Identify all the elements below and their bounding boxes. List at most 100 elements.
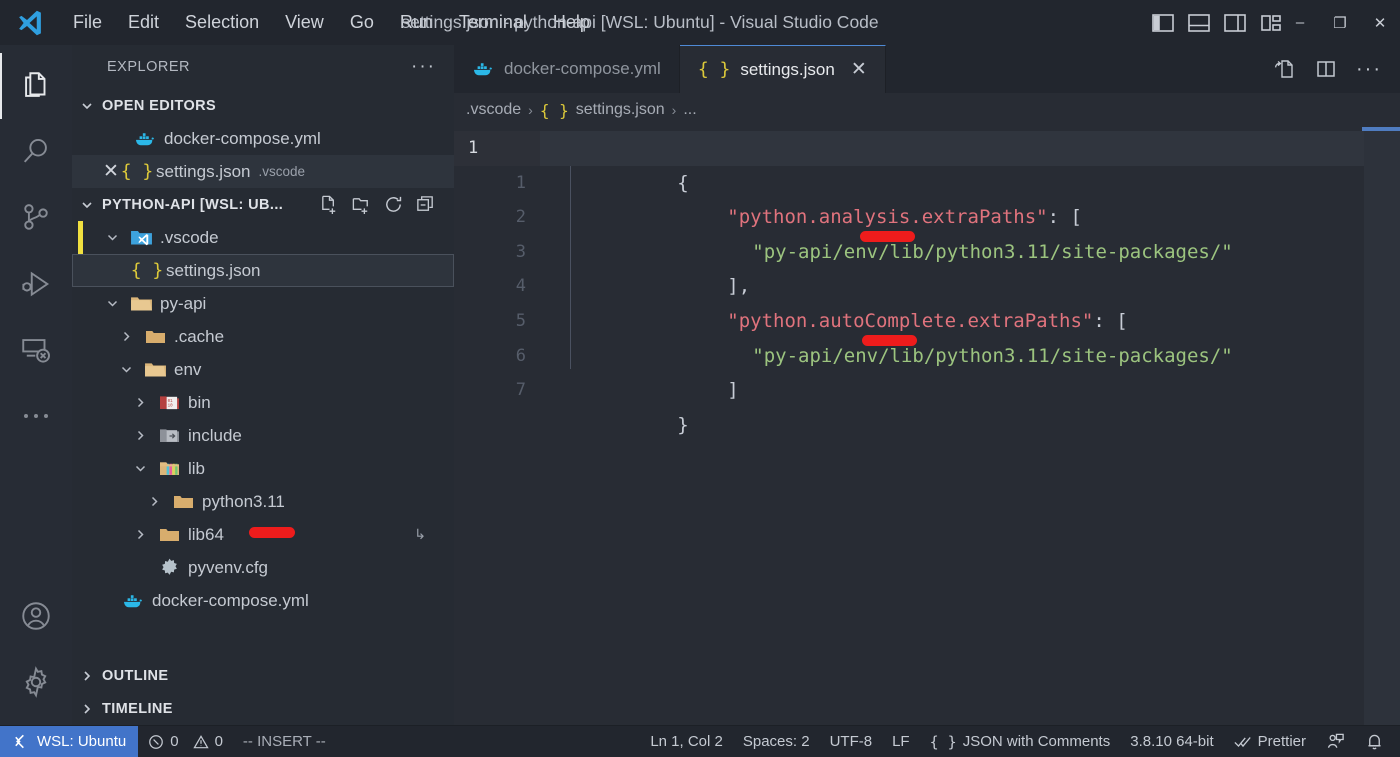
close-icon[interactable]: ✕ xyxy=(851,58,867,81)
open-editor-label: docker-compose.yml xyxy=(164,128,321,148)
tree-item-py-api[interactable]: py-api xyxy=(72,287,454,320)
remote-icon xyxy=(12,733,29,750)
status-notifications[interactable] xyxy=(1355,726,1400,757)
tree-item-cache[interactable]: .cache xyxy=(72,320,454,353)
tree-item-env[interactable]: env xyxy=(72,353,454,386)
tree-item-settings-json[interactable]: { } settings.json xyxy=(72,254,454,287)
open-changes-icon[interactable] xyxy=(1272,57,1296,81)
minimap[interactable] xyxy=(1364,131,1400,725)
menu-go[interactable]: Go xyxy=(337,8,387,38)
menu-view[interactable]: View xyxy=(272,8,337,38)
tab-label: settings.json xyxy=(740,59,835,79)
symlink-indicator-icon: ↳ xyxy=(414,526,426,542)
sidebar-more-actions-icon[interactable]: ··· xyxy=(411,57,436,77)
toggle-panel-icon[interactable] xyxy=(1188,13,1210,33)
activity-item-more-views[interactable] xyxy=(0,383,72,449)
line-number: 1 xyxy=(515,172,526,193)
menu-run[interactable]: Run xyxy=(387,8,446,38)
status-eol[interactable]: LF xyxy=(882,726,920,757)
code-line-5: "python.autoComplete.extraPaths": [ xyxy=(540,269,1400,332)
tree-item-lib[interactable]: lib xyxy=(72,452,454,485)
section-timeline-label: TIMELINE xyxy=(102,700,173,717)
menu-selection[interactable]: Selection xyxy=(172,8,272,38)
status-encoding[interactable]: UTF-8 xyxy=(820,726,883,757)
chevron-down-icon[interactable] xyxy=(120,363,142,376)
status-feedback[interactable] xyxy=(1316,726,1355,757)
activity-item-search[interactable] xyxy=(0,119,72,185)
lib-folder-icon xyxy=(156,459,182,478)
chevron-right-icon[interactable] xyxy=(148,495,170,508)
editor-group: docker-compose.yml { } settings.json ✕ ·… xyxy=(454,45,1400,725)
status-indentation[interactable]: Spaces: 2 xyxy=(733,726,820,757)
chevron-right-icon[interactable] xyxy=(120,330,142,343)
sidebar-title-text: EXPLORER xyxy=(107,59,190,75)
activity-item-remote-explorer[interactable] xyxy=(0,317,72,383)
breadcrumb-separator: › xyxy=(528,102,533,118)
chevron-right-icon[interactable] xyxy=(134,528,156,541)
menu-terminal[interactable]: Terminal xyxy=(446,8,540,38)
tree-item-label: env xyxy=(174,359,202,379)
activity-item-run-and-debug[interactable] xyxy=(0,251,72,317)
status-language-mode[interactable]: { } JSON with Comments xyxy=(920,726,1121,757)
menu-help[interactable]: Help xyxy=(540,8,603,38)
folder-icon xyxy=(142,327,168,346)
folder-open-icon xyxy=(128,294,154,313)
maximize-button[interactable]: ❐ xyxy=(1320,0,1360,45)
open-editor-item-docker-compose[interactable]: docker-compose.yml xyxy=(72,122,454,155)
section-outline-header[interactable]: OUTLINE xyxy=(72,659,454,692)
minimize-button[interactable]: – xyxy=(1280,0,1320,45)
more-actions-icon[interactable]: ··· xyxy=(1356,59,1382,79)
tree-item-python311[interactable]: python3.11 xyxy=(72,485,454,518)
tree-item-include[interactable]: include xyxy=(72,419,454,452)
line-number-gutter: 1 1 2 3 4 5 6 7 xyxy=(454,127,540,725)
tree-item-vscode[interactable]: .vscode xyxy=(72,221,454,254)
section-workspace-header[interactable]: PYTHON-API [WSL: UB... xyxy=(72,188,454,221)
search-icon xyxy=(19,135,53,169)
toggle-primary-sidebar-icon[interactable] xyxy=(1152,13,1174,33)
chevron-down-icon[interactable] xyxy=(106,231,128,244)
chevron-down-icon[interactable] xyxy=(106,297,128,310)
activity-item-accounts[interactable] xyxy=(0,583,72,649)
menu-edit[interactable]: Edit xyxy=(115,8,172,38)
vscode-folder-icon xyxy=(128,228,154,247)
open-editor-item-settings-json[interactable]: ✕ { } settings.json .vscode xyxy=(72,155,454,188)
code-content[interactable]: { "python.analysis.extraPaths": [ "py-ap… xyxy=(540,127,1400,725)
editor-scrollbar[interactable] xyxy=(1362,127,1400,131)
source-control-icon xyxy=(19,201,53,235)
tab-docker-compose-yml[interactable]: docker-compose.yml xyxy=(454,45,680,93)
collapse-all-icon[interactable] xyxy=(415,194,436,215)
breadcrumb-item-folder[interactable]: .vscode xyxy=(466,101,521,119)
chevron-right-icon[interactable] xyxy=(134,396,156,409)
split-editor-icon[interactable] xyxy=(1314,57,1338,81)
code-editor[interactable]: 1 1 2 3 4 5 6 7 { "python.analysis.extra… xyxy=(454,127,1400,725)
line-number: 7 xyxy=(515,380,526,401)
tree-item-pyvenv-cfg[interactable]: pyvenv.cfg xyxy=(72,551,454,584)
status-cursor-position[interactable]: Ln 1, Col 2 xyxy=(640,726,733,757)
status-remote-indicator[interactable]: WSL: Ubuntu xyxy=(0,725,139,757)
status-python-interpreter[interactable]: 3.8.10 64-bit xyxy=(1120,726,1223,757)
status-problems[interactable]: 0 0 xyxy=(138,726,233,757)
section-timeline-header[interactable]: TIMELINE xyxy=(72,692,454,725)
tree-item-label: include xyxy=(188,425,242,445)
activity-item-explorer[interactable] xyxy=(0,53,72,119)
customize-layout-icon[interactable] xyxy=(1260,13,1282,33)
menu-file[interactable]: File xyxy=(60,8,115,38)
refresh-icon[interactable] xyxy=(383,194,404,215)
status-prettier[interactable]: Prettier xyxy=(1224,726,1316,757)
status-prettier-label: Prettier xyxy=(1257,733,1306,750)
close-button[interactable]: ✕ xyxy=(1360,0,1400,45)
chevron-down-icon[interactable] xyxy=(134,462,156,475)
new-folder-icon[interactable] xyxy=(351,194,372,215)
breadcrumb-item-file[interactable]: settings.json xyxy=(576,101,665,119)
new-file-icon[interactable] xyxy=(319,194,340,215)
toggle-secondary-sidebar-icon[interactable] xyxy=(1224,13,1246,33)
activity-item-source-control[interactable] xyxy=(0,185,72,251)
breadcrumb-item-symbol[interactable]: ... xyxy=(683,101,696,119)
activity-item-manage[interactable] xyxy=(0,649,72,715)
section-open-editors-header[interactable]: OPEN EDITORS xyxy=(72,89,454,122)
chevron-right-icon[interactable] xyxy=(134,429,156,442)
tree-item-bin[interactable]: 01 10 bin xyxy=(72,386,454,419)
tree-item-docker-compose[interactable]: docker-compose.yml xyxy=(72,584,454,617)
run-and-debug-icon xyxy=(19,267,53,301)
tab-settings-json[interactable]: { } settings.json ✕ xyxy=(679,45,886,93)
